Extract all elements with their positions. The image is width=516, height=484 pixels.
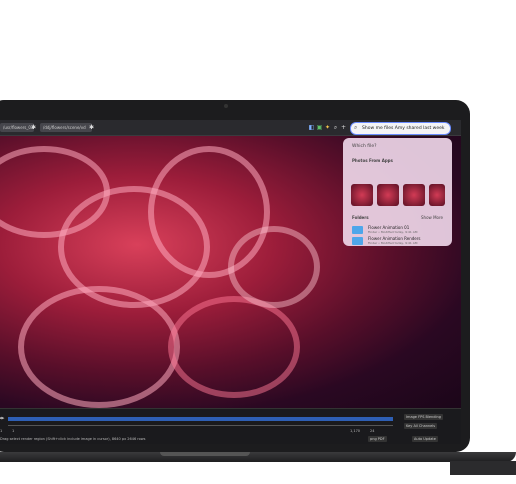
photo-thumbnail[interactable] xyxy=(429,184,445,206)
folder-subtitle: Finder • Modified today, 9:41 AM xyxy=(368,241,418,245)
range-end[interactable]: 1,170 xyxy=(350,429,360,433)
timeline-track[interactable] xyxy=(8,417,393,421)
search-icon[interactable]: ⌕ xyxy=(332,123,339,132)
lightbulb-icon[interactable]: ✦ xyxy=(324,123,331,132)
photo-thumbnail[interactable] xyxy=(403,184,425,206)
laptop-foot xyxy=(450,461,516,475)
tab-flowers-file[interactable]: /usr/flowers_03.f xyxy=(0,123,34,132)
spotlight-search-input[interactable]: ⌕ Show me files Amy shared last week xyxy=(350,122,451,135)
search-icon: ⌕ xyxy=(354,124,358,131)
bug-icon[interactable]: ✱ xyxy=(88,123,95,132)
folder-subtitle: Finder • Modified today, 9:41 AM xyxy=(368,230,418,234)
status-text: Drag select render region (Shift+click i… xyxy=(0,437,146,441)
frame-current[interactable]: 1 xyxy=(12,429,14,433)
spotlight-header: Which file? xyxy=(352,144,377,149)
laptop: /usr/flowers_03.f ✱ /ddj/flowers/scene/v… xyxy=(0,100,470,452)
show-more-link[interactable]: Show More xyxy=(421,215,443,220)
plus-icon[interactable]: + xyxy=(340,123,347,132)
fps-value[interactable]: 24 xyxy=(370,429,374,433)
tab-scene-path[interactable]: /ddj/flowers/scene/vd xyxy=(40,123,92,132)
photo-thumbnail[interactable] xyxy=(351,184,373,206)
art-shape xyxy=(228,226,320,308)
folders-section-title: Folders xyxy=(352,215,369,220)
spotlight-search-text: Show me files Amy shared last week xyxy=(362,126,445,131)
timeline-ruler xyxy=(8,425,393,426)
app-icon[interactable]: ◧ xyxy=(308,123,315,132)
playback-mode-select[interactable]: Key All Channels xyxy=(404,423,438,429)
auto-update-button[interactable]: Auto Update xyxy=(412,436,438,442)
photos-section-title: Photos From Apps xyxy=(352,158,393,163)
frame-start[interactable]: 1 xyxy=(0,429,2,433)
spotlight-results-panel: Which file? Photos From Apps Folders Sho… xyxy=(343,138,452,246)
art-shape xyxy=(18,286,180,408)
laptop-base xyxy=(0,452,516,462)
timeline-bar: ◀▶ 1 1 1,170 24 Drag select render regio… xyxy=(0,408,461,444)
play-icon[interactable]: ◀▶ xyxy=(0,416,4,420)
menu-bar: /usr/flowers_03.f ✱ /ddj/flowers/scene/v… xyxy=(0,120,461,136)
fps-mode-select[interactable]: Image FPS Blending xyxy=(404,414,443,420)
photo-thumbnail[interactable] xyxy=(377,184,399,206)
app-icon[interactable]: ▣ xyxy=(316,123,323,132)
folder-icon xyxy=(352,237,363,245)
camera xyxy=(224,104,228,108)
laptop-notch xyxy=(160,452,250,456)
bug-icon[interactable]: ✱ xyxy=(30,123,37,132)
screen: /usr/flowers_03.f ✱ /ddj/flowers/scene/v… xyxy=(0,120,461,444)
export-button[interactable]: png PDF xyxy=(368,436,387,442)
folder-icon xyxy=(352,226,363,234)
art-shape xyxy=(168,296,300,398)
